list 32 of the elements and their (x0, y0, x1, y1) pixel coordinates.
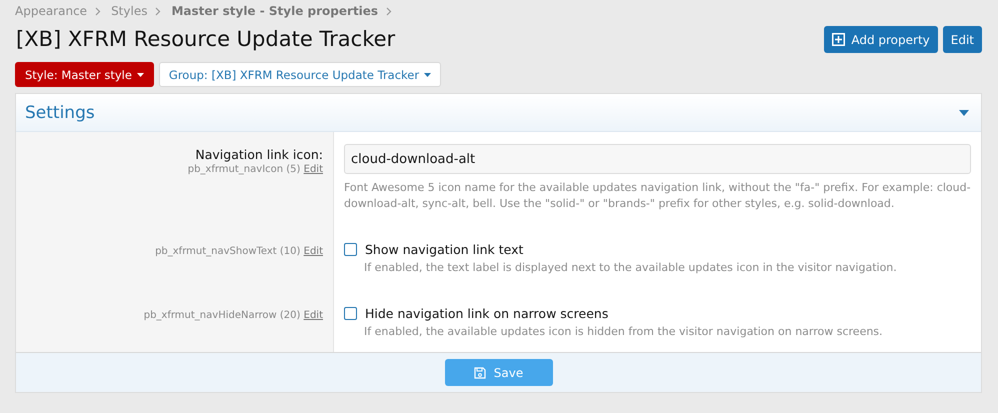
section-title: Settings (25, 102, 95, 122)
property-hint: If enabled, the available updates icon is hidden from the visitor navigation on narrow screens. (364, 324, 884, 340)
add-property-button[interactable]: Add property (824, 26, 938, 53)
checkbox[interactable] (344, 243, 357, 256)
caret-icon[interactable] (959, 110, 969, 116)
caret-icon (424, 72, 432, 76)
checkbox[interactable] (344, 307, 357, 320)
breadcrumb-link[interactable]: Appearance (15, 4, 88, 18)
caret-icon (136, 72, 144, 76)
edit-button[interactable]: Edit (942, 26, 982, 53)
style-dropdown[interactable]: Style: Master style (15, 62, 154, 87)
save-button[interactable]: Save (444, 359, 552, 386)
property-name: pb_xfrmut_navShowText (10) (155, 246, 300, 257)
checkbox-label[interactable]: Hide navigation link on narrow screens (365, 306, 608, 321)
chevron-icon (386, 6, 392, 16)
breadcrumb-link[interactable]: Master style - Style properties (171, 4, 378, 18)
property-hint: Font Awesome 5 icon name for the available updates navigation link, without the "fa-" prefix. For example: cloud-download-alt, sync-alt, bell. Use the "solid-" or "brands-" prefix for other styles, e.g. solid-download. (344, 180, 971, 212)
group-dropdown[interactable]: Group: [XB] XFRM Resource Update Tracker (158, 62, 442, 87)
edit-link[interactable]: Edit (304, 310, 323, 321)
property-label: Navigation link icon: (195, 147, 323, 162)
property-name: pb_xfrmut_navHideNarrow (20) (144, 310, 300, 321)
chevron-icon (95, 6, 102, 16)
edit-link[interactable]: Edit (304, 164, 323, 175)
input-field[interactable]: cloud-download-alt (344, 144, 971, 174)
chevron-icon (155, 6, 162, 16)
edit-link[interactable]: Edit (304, 246, 323, 257)
property-name: pb_xfrmut_navIcon (5) (188, 164, 300, 175)
breadcrumb-link[interactable]: Styles (111, 4, 148, 18)
plus-square-icon (832, 33, 846, 46)
page-title: [XB] XFRM Resource Update Tracker (16, 26, 396, 50)
property-hint: If enabled, the text label is displayed next to the available updates icon in the visitor navigation. (364, 260, 898, 276)
checkbox-label[interactable]: Show navigation link text (365, 242, 524, 257)
